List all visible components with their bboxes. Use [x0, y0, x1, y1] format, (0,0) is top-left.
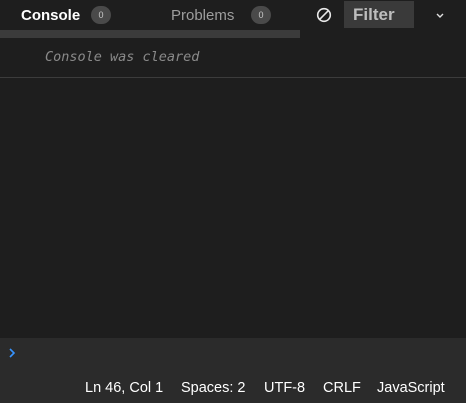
- line-ending[interactable]: CRLF: [323, 380, 361, 396]
- chevron-down-icon[interactable]: [433, 8, 447, 22]
- circle-slash-icon[interactable]: [316, 7, 332, 23]
- tab-problems-label: Problems: [171, 6, 235, 24]
- console-cleared-message: Console was cleared: [45, 49, 200, 65]
- console-count-badge: 0: [91, 6, 111, 24]
- tab-console-label: Console: [21, 6, 81, 24]
- problems-count-badge: 0: [251, 6, 271, 24]
- cursor-position[interactable]: Ln 46, Col 1: [85, 380, 163, 396]
- status-bar: Ln 46, Col 1 Spaces: 2 UTF-8 CRLF JavaSc…: [0, 374, 466, 403]
- console-panel: Console 0 Problems 0 Console was cleared…: [0, 0, 466, 403]
- message-divider: [0, 77, 466, 78]
- panel-header: Console 0 Problems 0: [0, 0, 466, 30]
- console-input-area[interactable]: [0, 338, 466, 374]
- horizontal-scrollbar[interactable]: [0, 30, 300, 38]
- filter-input[interactable]: [344, 1, 414, 28]
- indentation-setting[interactable]: Spaces: 2: [181, 380, 246, 396]
- language-mode[interactable]: JavaScript: [377, 380, 445, 396]
- chevron-right-icon: [9, 348, 16, 358]
- file-encoding[interactable]: UTF-8: [264, 380, 305, 396]
- tab-problems[interactable]: Problems: [171, 0, 234, 30]
- tab-console[interactable]: Console: [21, 0, 80, 30]
